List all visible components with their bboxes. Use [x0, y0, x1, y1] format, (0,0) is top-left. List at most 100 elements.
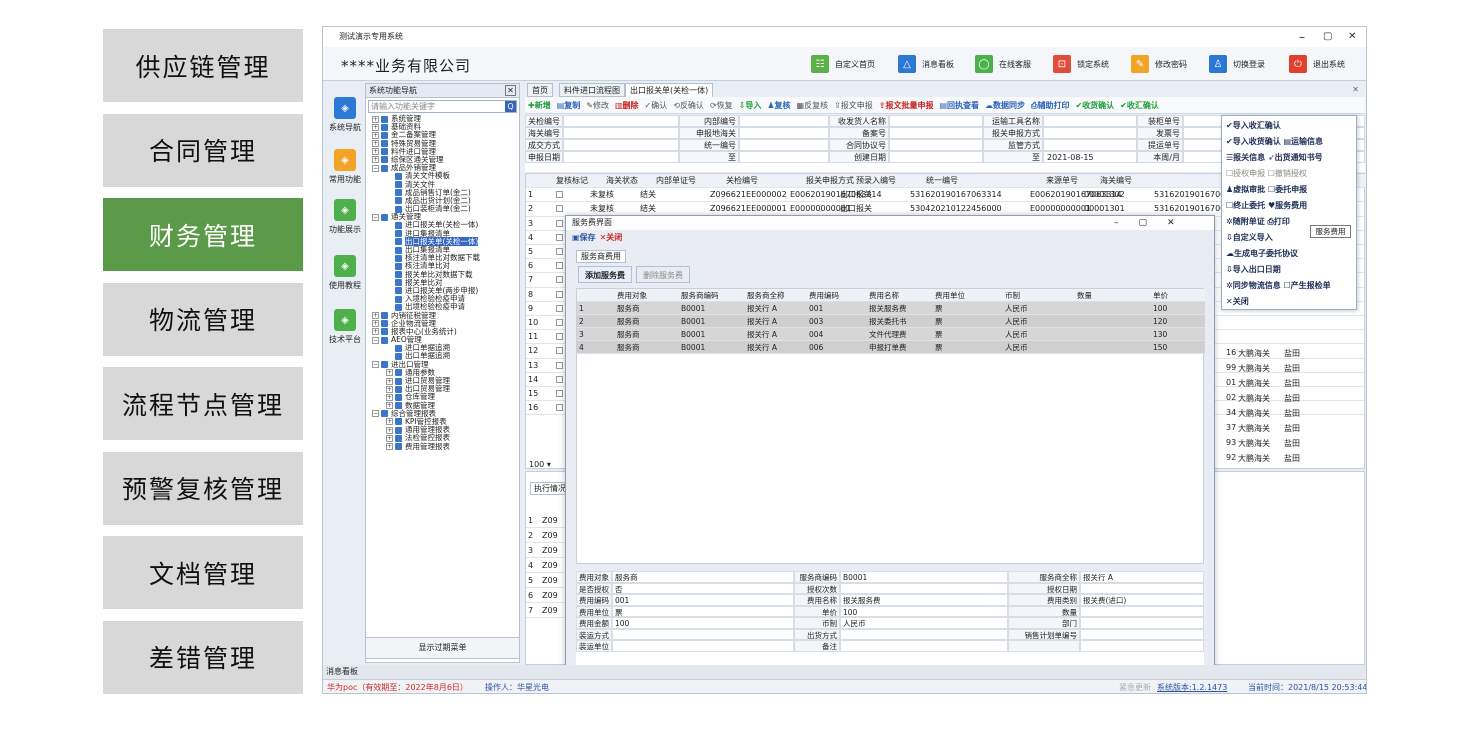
toolbar-button-14[interactable]: ⎙辅助打印 — [1031, 100, 1069, 111]
emergency-update[interactable]: 紧急更新 — [1119, 680, 1151, 693]
toolbar-button-12[interactable]: ▤回执查看 — [939, 100, 979, 111]
form-field[interactable] — [739, 115, 829, 127]
service-fee-row[interactable]: 1 服务商 B0001 报关行 A 001 报关服务费 票 人民币 100 — [577, 302, 1205, 315]
dialog-window-controls[interactable]: –▢✕ — [1114, 216, 1195, 230]
row-checkbox[interactable] — [556, 233, 563, 241]
tree-node[interactable]: + 仓库管理 — [372, 393, 519, 401]
form-field[interactable] — [1043, 139, 1137, 151]
execution-row[interactable]: 1 Z09 — [526, 514, 566, 529]
grid-header-cell[interactable]: 内部单证号 — [656, 174, 696, 188]
service-header-cell[interactable]: 单价 — [1153, 289, 1168, 302]
save-button[interactable]: ▣保存 — [572, 233, 596, 242]
form-field[interactable] — [889, 139, 983, 151]
form-field[interactable] — [1080, 582, 1204, 594]
service-header-cell[interactable]: 服务商全称 — [747, 289, 785, 302]
expand-icon[interactable]: + — [386, 443, 393, 450]
tree-node[interactable]: 报关单比对数据下载 — [372, 270, 519, 279]
execution-row[interactable]: 4 Z09 — [526, 559, 566, 574]
vbar-item-2[interactable]: ◈ 功能展示 — [327, 199, 363, 235]
grid-header-cell[interactable]: 海关编号 — [1100, 174, 1132, 188]
form-field[interactable]: 001 — [612, 594, 794, 606]
service-header-cell[interactable]: 费用单位 — [935, 289, 965, 302]
form-field[interactable] — [739, 151, 829, 163]
form-field[interactable] — [1080, 605, 1204, 617]
search-icon[interactable]: Q — [505, 101, 516, 112]
row-checkbox[interactable] — [556, 347, 563, 355]
form-field[interactable]: 100 — [840, 605, 1008, 617]
close-tabs-icon[interactable]: ✕ — [1352, 85, 1359, 94]
menu-item-3[interactable]: ☐授权申报 ☐撤销授权 — [1226, 168, 1307, 179]
form-field[interactable] — [889, 127, 983, 139]
minimize-button[interactable]: – — [1299, 27, 1305, 47]
menu-item-0[interactable]: ✔导入收汇确认 — [1226, 120, 1281, 131]
add-service-fee-button[interactable]: 添加服务费 — [578, 266, 632, 283]
menu-item-4[interactable]: ♟虚拟审批 ☐委托申报 — [1226, 184, 1307, 195]
form-field[interactable]: 票 — [612, 605, 794, 617]
row-checkbox[interactable] — [556, 248, 563, 255]
tree-node[interactable]: + 出口贸易管理 — [372, 385, 519, 393]
service-header-cell[interactable]: 服务商编码 — [681, 289, 719, 302]
form-field[interactable] — [1043, 115, 1137, 127]
tree-search-input[interactable]: 请输入功能关键字 Q — [368, 100, 517, 113]
expand-icon[interactable]: + — [386, 369, 393, 377]
form-field[interactable] — [889, 115, 983, 127]
tree-node[interactable]: + 费用管理报表 — [372, 442, 519, 451]
left-nav-item-4[interactable]: 流程节点管理 — [103, 367, 303, 440]
row-checkbox[interactable] — [556, 219, 563, 227]
expand-icon[interactable]: + — [372, 312, 379, 319]
header-button-0[interactable]: ☷ 自定义首页 — [811, 55, 875, 73]
vbar-item-0[interactable]: ◈ 系统导航 — [327, 97, 363, 133]
row-checkbox[interactable] — [556, 276, 563, 284]
tree-node[interactable]: − 进出口管理 — [372, 360, 519, 369]
form-field[interactable] — [739, 139, 829, 151]
close-icon[interactable]: ✕ — [505, 85, 516, 96]
delete-service-fee-button[interactable]: 删除服务费 — [636, 266, 690, 283]
left-nav-item-5[interactable]: 预警复核管理 — [103, 451, 303, 525]
expand-icon[interactable]: + — [386, 434, 393, 442]
row-checkbox[interactable] — [556, 404, 563, 412]
collapse-icon[interactable]: − — [372, 361, 379, 369]
form-field[interactable] — [1080, 628, 1204, 640]
toolbar-button-11[interactable]: ⇪报文批量申报 — [879, 100, 934, 111]
form-field[interactable] — [840, 582, 1008, 594]
vbar-item-4[interactable]: ◈ 技术平台 — [327, 309, 363, 345]
form-field[interactable] — [840, 628, 1008, 640]
form-field[interactable]: 100 — [612, 617, 794, 629]
toolbar-button-4[interactable]: ✓确认 — [645, 100, 668, 111]
toolbar-button-8[interactable]: ♟复核 — [767, 100, 790, 111]
expand-icon[interactable]: + — [372, 328, 379, 336]
execution-row[interactable]: 3 Z09 — [526, 544, 566, 559]
grid-header-cell[interactable]: 海关状态 — [606, 174, 638, 188]
form-field[interactable] — [739, 127, 829, 139]
close-button[interactable]: ✕关闭 — [600, 233, 623, 242]
message-board-tab[interactable]: 消息看板 — [323, 665, 1366, 679]
execution-row[interactable]: 7 Z09 — [526, 604, 566, 619]
form-field[interactable] — [840, 640, 1008, 652]
row-checkbox[interactable] — [556, 361, 563, 369]
expand-icon[interactable]: + — [372, 140, 379, 148]
expand-icon[interactable]: + — [372, 131, 379, 139]
row-checkbox[interactable] — [556, 375, 563, 383]
form-field[interactable] — [563, 139, 679, 151]
page-size-select[interactable]: 100 ▾ — [529, 460, 559, 470]
menu-item-5[interactable]: ☐终止委托 ♥服务费用 — [1226, 200, 1307, 211]
grid-header-cell[interactable]: 报关申报方式 — [806, 174, 854, 188]
menu-item-10[interactable]: ✲同步物流信息 ☐产生报检单 — [1226, 280, 1331, 291]
service-header-cell[interactable]: 费用编码 — [809, 289, 839, 302]
expand-icon[interactable]: + — [386, 418, 393, 426]
toolbar-button-13[interactable]: ☁数据同步 — [985, 100, 1025, 111]
version-link[interactable]: 系统版本:1.2.1473 — [1157, 680, 1227, 693]
grid-header-cell[interactable]: 关检编号 — [726, 174, 758, 188]
toolbar-button-15[interactable]: ✔收货确认 — [1075, 100, 1114, 111]
row-checkbox[interactable] — [556, 304, 563, 312]
header-button-1[interactable]: △ 消息看板 — [898, 55, 954, 73]
toolbar-button-6[interactable]: ⟳恢复 — [710, 100, 733, 111]
execution-row[interactable]: 6 Z09 — [526, 589, 566, 604]
toolbar-button-16[interactable]: ✔收汇确认 — [1120, 100, 1159, 111]
form-field[interactable] — [612, 640, 794, 652]
header-button-6[interactable]: ⏻ 退出系统 — [1289, 55, 1345, 73]
expand-icon[interactable]: + — [386, 377, 393, 385]
date-from-value[interactable]: 2021-08-15 — [1047, 153, 1094, 162]
tree-node[interactable]: 清关文件模板 — [372, 172, 519, 180]
grid-header-cell[interactable]: 复核标记 — [556, 174, 588, 188]
